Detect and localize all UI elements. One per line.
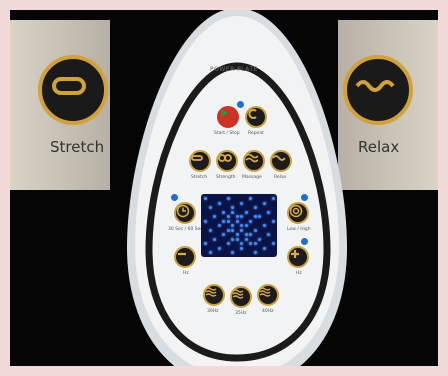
led-pixel: [231, 206, 234, 209]
led-pixel: [213, 237, 216, 241]
hz30-label: 30Hz: [207, 309, 219, 314]
video-frame: Stretch Relax POWER PLATE Start / Stop R…: [10, 10, 438, 366]
led-pixel: [244, 210, 248, 214]
led-pixel: [204, 242, 207, 245]
led-pixel: [208, 251, 212, 254]
led-display: [201, 194, 277, 257]
led-pixel: [253, 228, 257, 232]
led-pixel: [249, 197, 252, 200]
timer-label: 30 Sec / 60 Sec: [168, 227, 203, 232]
stretch-button[interactable]: [189, 150, 211, 172]
frequency-indicator-light: [301, 238, 308, 245]
led-pixel: [267, 210, 270, 214]
brand-label: POWER PLATE: [210, 66, 258, 73]
hz40-button[interactable]: [257, 284, 279, 306]
left-panel-label: Stretch: [50, 138, 105, 156]
led-pixel: [267, 233, 270, 236]
led-pixel: [217, 246, 221, 250]
intensity-button[interactable]: [287, 202, 309, 224]
relax-label: Relax: [274, 175, 287, 180]
start-stop-label: Start / Stop: [214, 131, 240, 136]
right-panel-label: Relax: [358, 138, 400, 156]
led-pixel: [208, 206, 212, 209]
intensity-indicator-light: [301, 194, 308, 201]
led-pixel: [222, 233, 225, 236]
led-pixel: [226, 228, 230, 232]
led-pixel: [235, 233, 239, 236]
increase-frequency-label: Hz: [296, 271, 302, 276]
stretch-label: Stretch: [191, 175, 208, 180]
led-pixel: [244, 233, 248, 236]
led-pixel: [240, 246, 243, 250]
led-pixel: [271, 219, 275, 223]
led-pixel: [253, 242, 257, 245]
increase-frequency-button[interactable]: [287, 246, 309, 268]
led-pixel: [231, 237, 234, 241]
led-pixel: [249, 233, 252, 236]
led-pixel: [231, 228, 234, 232]
led-pixel: [226, 215, 230, 218]
hz40-label: 40Hz: [262, 309, 274, 314]
led-pixel: [271, 242, 275, 245]
led-pixel: [204, 219, 207, 223]
strength-label: Strength: [216, 175, 236, 180]
repeat-label: Repeat: [248, 131, 264, 136]
led-pixel: [258, 237, 261, 241]
led-pixel: [244, 224, 248, 227]
led-pixel: [244, 237, 248, 241]
led-pixel: [208, 228, 212, 232]
strength-button[interactable]: [216, 150, 238, 172]
led-pixel: [226, 219, 230, 223]
led-pixel: [222, 219, 225, 223]
led-pixel: [271, 197, 275, 200]
stretch-mode-icon: [38, 55, 108, 125]
repeat-button[interactable]: [245, 106, 267, 128]
massage-label: Massage: [242, 175, 262, 180]
massage-button[interactable]: [243, 150, 265, 172]
led-pixel: [217, 201, 221, 205]
timer-indicator-light: [171, 194, 178, 201]
led-pixel: [226, 242, 230, 245]
led-pixel: [240, 228, 243, 232]
led-pixel: [235, 215, 239, 218]
hz35-button[interactable]: [230, 286, 252, 308]
led-pixel: [253, 206, 257, 209]
start-stop-button[interactable]: [217, 106, 239, 128]
led-pixel: [226, 197, 230, 200]
led-pixel: [253, 215, 257, 218]
led-pixel: [262, 201, 266, 205]
led-pixel: [235, 219, 239, 223]
timer-button[interactable]: [174, 202, 196, 224]
led-pixel: [240, 242, 243, 245]
led-pixel: [235, 237, 239, 241]
relax-button[interactable]: [270, 150, 292, 172]
led-pixel: [249, 242, 252, 245]
control-panel: POWER PLATE Start / Stop Repeat Stretch …: [115, 10, 360, 366]
led-pixel: [231, 210, 234, 214]
led-pixel: [262, 224, 266, 227]
hz35-label: 35Hz: [235, 311, 247, 316]
led-pixel: [258, 215, 261, 218]
led-pixel: [249, 219, 252, 223]
left-panel: Stretch: [10, 20, 110, 190]
led-pixel: [231, 224, 234, 227]
intensity-label: Low / High: [287, 227, 311, 232]
led-pixel: [240, 215, 243, 218]
led-pixel: [240, 201, 243, 205]
led-pixel: [213, 215, 216, 218]
led-pixel: [222, 210, 225, 214]
hz30-button[interactable]: [203, 284, 225, 306]
led-pixel: [262, 246, 266, 250]
led-pixel: [204, 197, 207, 200]
decrease-frequency-label: Hz: [183, 271, 189, 276]
led-pixel: [231, 251, 234, 254]
decrease-frequency-button[interactable]: [174, 246, 196, 268]
led-pixel: [253, 251, 257, 254]
led-pixel: [240, 224, 243, 227]
indicator-light: [237, 101, 244, 108]
led-pixel: [217, 224, 221, 227]
